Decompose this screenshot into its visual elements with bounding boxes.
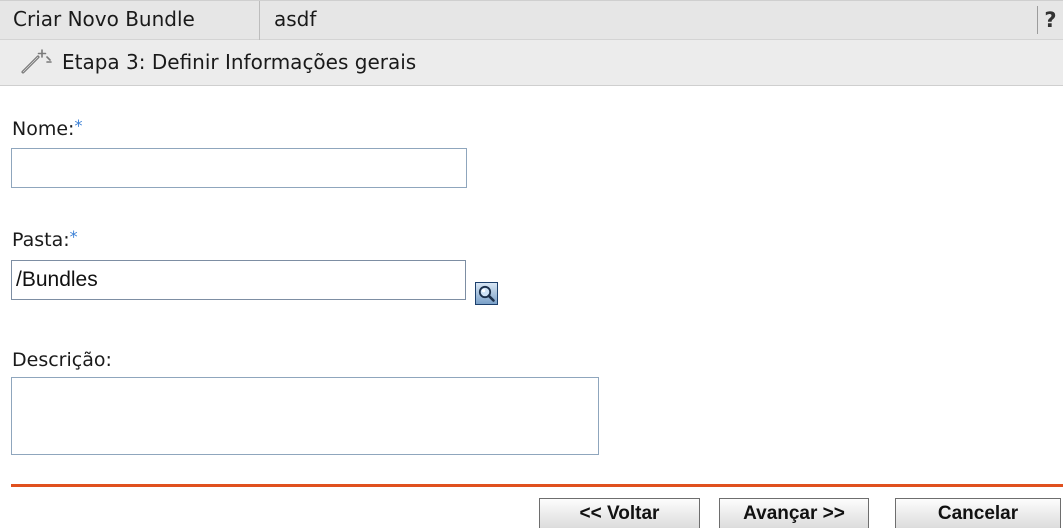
name-input[interactable]: [11, 148, 467, 188]
description-label: Descrição:: [12, 349, 112, 371]
page-title: Criar Novo Bundle: [0, 1, 260, 40]
cancel-button[interactable]: Cancelar: [895, 498, 1061, 528]
step-header: Etapa 3: Definir Informações gerais: [0, 40, 1063, 86]
footer-divider: [11, 484, 1063, 487]
next-button[interactable]: Avançar >>: [719, 498, 869, 528]
title-bar: Criar Novo Bundle asdf ?: [0, 0, 1063, 40]
required-marker: *: [74, 116, 83, 135]
folder-label-text: Pasta:: [12, 229, 70, 251]
search-icon: [476, 285, 497, 308]
browse-folder-button[interactable]: [475, 282, 498, 305]
back-button[interactable]: << Voltar: [539, 498, 700, 528]
folder-label: Pasta:*: [12, 227, 78, 251]
name-label: Nome:*: [12, 116, 83, 140]
help-button[interactable]: ?: [1037, 6, 1063, 34]
wand-icon: [20, 49, 52, 75]
description-textarea[interactable]: [11, 377, 599, 455]
step-title: Etapa 3: Definir Informações gerais: [62, 50, 417, 74]
name-label-text: Nome:: [12, 118, 75, 140]
folder-input[interactable]: [11, 260, 466, 300]
required-marker: *: [69, 227, 78, 246]
bundle-name: asdf: [274, 7, 317, 31]
